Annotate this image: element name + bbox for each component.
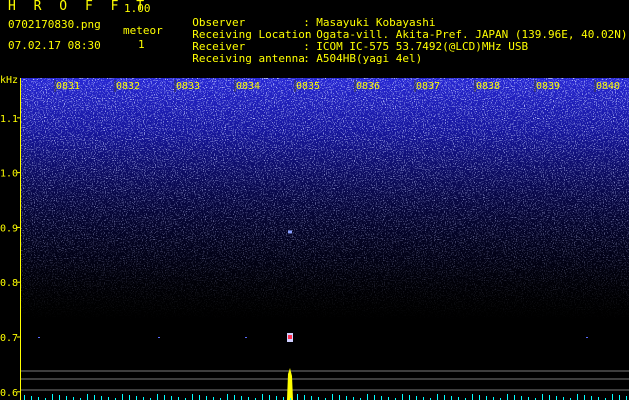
antenna-row: Receiving antenna: A504HB(yagi 4el) (179, 41, 422, 65)
baseline-tick (451, 396, 452, 400)
app-version: 1.00 (124, 2, 151, 15)
x-tick-label: 0834 (236, 81, 260, 92)
baseline-tick (276, 396, 277, 400)
baseline-tick (297, 394, 298, 400)
baseline-tick (199, 395, 200, 400)
detection-blip (288, 230, 292, 234)
baseline-tick (94, 395, 95, 400)
baseline-tick (626, 396, 627, 400)
noise-speckle (20, 78, 629, 378)
y-axis-unit: kHz (0, 75, 18, 86)
baseline-tick (591, 396, 592, 400)
baseline-tick (66, 396, 67, 400)
baseline-tick (164, 395, 165, 400)
baseline-tick (192, 394, 193, 400)
baseline-tick (332, 394, 333, 400)
noise-dot (158, 336, 160, 338)
baseline-tick (577, 394, 578, 400)
baseline-tick (234, 395, 235, 400)
image-filename: 0702170830.png (8, 18, 101, 31)
y-tick-label: 1.0 (0, 169, 18, 180)
x-tick-label: 0836 (356, 81, 380, 92)
baseline-tick (381, 396, 382, 400)
spectrogram-panel: kHz 1.1 1.0 0.9 0.8 0.7 0.6 0831 0832 0833 0834 08… (0, 74, 629, 400)
x-tick-label: 0831 (56, 81, 80, 92)
baseline-tick (311, 396, 312, 400)
noise-dot (245, 336, 247, 338)
baseline-tick (514, 395, 515, 400)
noise-dot (38, 336, 40, 338)
x-tick-label: 0840 (596, 81, 620, 92)
baseline-tick (157, 394, 158, 400)
x-tick-label: 0837 (416, 81, 440, 92)
baseline-tick (619, 395, 620, 400)
baseline-tick (52, 394, 53, 400)
baseline-tick (227, 394, 228, 400)
baseline-tick (59, 395, 60, 400)
baseline-tick (479, 395, 480, 400)
baseline-tick (171, 396, 172, 400)
baseline-tick (486, 396, 487, 400)
baseline-tick (87, 394, 88, 400)
x-tick-label: 0838 (476, 81, 500, 92)
baseline-tick (241, 396, 242, 400)
baseline-tick (31, 396, 32, 400)
y-tick-label: 1.1 (0, 114, 18, 125)
meteor-label: meteor (123, 24, 163, 37)
spectrogram-chart: kHz 1.1 1.0 0.9 0.8 0.7 0.6 0831 0832 0833 0834 08… (0, 74, 629, 400)
baseline-tick (304, 395, 305, 400)
x-tick-label: 0832 (116, 81, 140, 92)
separator: : (303, 52, 317, 65)
observation-datetime: 07.02.17 08:30 (8, 39, 101, 52)
baseline-tick (374, 395, 375, 400)
baseline-tick (24, 395, 25, 400)
baseline-tick (584, 395, 585, 400)
baseline-tick (542, 394, 543, 400)
baseline-tick (122, 394, 123, 400)
baseline-tick (136, 396, 137, 400)
baseline-tick (556, 396, 557, 400)
y-tick-label: 0.8 (0, 278, 18, 289)
baseline-tick (549, 395, 550, 400)
meteor-count: 1 (138, 38, 145, 51)
x-tick-label: 0839 (536, 81, 560, 92)
antenna-key: Receiving antenna (192, 52, 305, 65)
baseline-tick (206, 396, 207, 400)
x-tick-label: 0833 (176, 81, 200, 92)
baseline-tick (129, 395, 130, 400)
baseline-tick (346, 396, 347, 400)
baseline-tick (367, 394, 368, 400)
y-tick-label: 0.9 (0, 223, 18, 234)
y-tick-label: 0.7 (0, 333, 18, 344)
baseline-tick (262, 394, 263, 400)
meteor-echo-core (288, 334, 292, 339)
baseline-tick (444, 395, 445, 400)
baseline-tick (472, 394, 473, 400)
antenna-value: A504HB(yagi 4el) (316, 52, 423, 65)
baseline-tick (507, 394, 508, 400)
baseline-tick (612, 394, 613, 400)
baseline-tick (402, 394, 403, 400)
noise-dot (586, 336, 588, 338)
baseline-tick (437, 394, 438, 400)
y-tick-label: 0.6 (0, 388, 18, 399)
baseline-tick (416, 396, 417, 400)
baseline-tick (339, 395, 340, 400)
x-tick-label: 0835 (296, 81, 320, 92)
baseline-tick (101, 396, 102, 400)
baseline-tick (521, 396, 522, 400)
baseline-tick (269, 395, 270, 400)
baseline-tick (409, 395, 410, 400)
